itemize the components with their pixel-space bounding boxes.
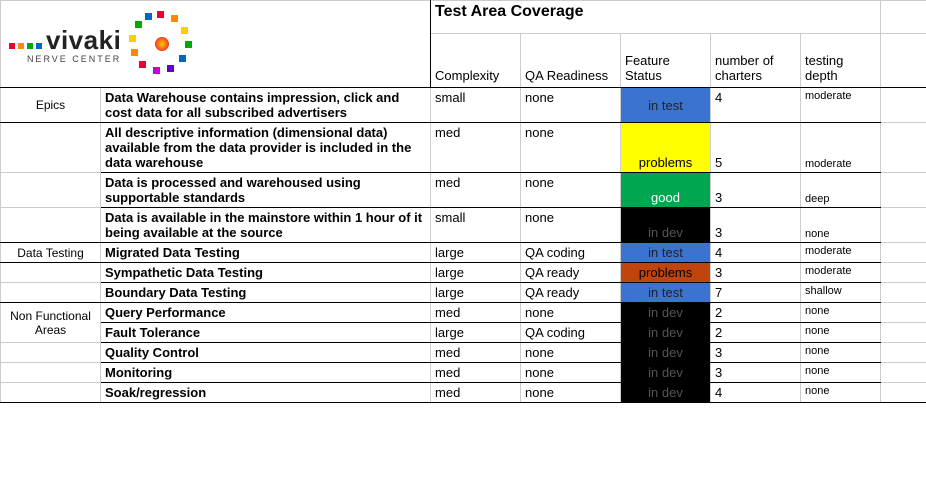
row-desc: Soak/regression — [101, 383, 431, 403]
section-data-testing: Data Testing — [1, 243, 101, 263]
row-complexity: small — [431, 88, 521, 123]
row-desc: Boundary Data Testing — [101, 283, 431, 303]
row-qa: none — [521, 208, 621, 243]
col-qa-readiness: QA Readiness — [521, 34, 621, 88]
row-charters: 2 — [711, 323, 801, 343]
row-qa: QA ready — [521, 283, 621, 303]
table-row: Non Functional Areas Query Performance m… — [1, 303, 926, 323]
row-qa: QA coding — [521, 323, 621, 343]
status-badge: problems — [621, 123, 711, 173]
table-row: Sympathetic Data Testing large QA ready … — [1, 263, 926, 283]
row-depth: moderate — [801, 123, 881, 173]
table-row: Data Testing Migrated Data Testing large… — [1, 243, 926, 263]
row-depth: moderate — [801, 88, 881, 123]
status-badge: in test — [621, 243, 711, 263]
row-depth: none — [801, 323, 881, 343]
table-row: Quality Control med none in dev 3 none — [1, 343, 926, 363]
logo-dots-icon — [9, 43, 42, 49]
row-qa: none — [521, 173, 621, 208]
row-desc: Data is processed and warehoused using s… — [101, 173, 431, 208]
row-depth: moderate — [801, 243, 881, 263]
row-desc: Data is available in the mainstore withi… — [101, 208, 431, 243]
row-qa: none — [521, 343, 621, 363]
row-charters: 4 — [711, 383, 801, 403]
row-complexity: med — [431, 173, 521, 208]
col-complexity: Complexity — [431, 34, 521, 88]
row-desc: Monitoring — [101, 363, 431, 383]
row-charters: 4 — [711, 243, 801, 263]
row-qa: none — [521, 123, 621, 173]
logo-text: vivaki NERVE CENTER — [9, 25, 121, 64]
row-complexity: large — [431, 243, 521, 263]
row-complexity: med — [431, 383, 521, 403]
row-charters: 7 — [711, 283, 801, 303]
row-charters: 3 — [711, 208, 801, 243]
row-charters: 3 — [711, 343, 801, 363]
status-badge: problems — [621, 263, 711, 283]
row-charters: 3 — [711, 173, 801, 208]
status-badge: in dev — [621, 208, 711, 243]
row-charters: 5 — [711, 123, 801, 173]
row-complexity: med — [431, 303, 521, 323]
row-depth: deep — [801, 173, 881, 208]
col-charters: number of charters — [711, 34, 801, 88]
row-qa: none — [521, 383, 621, 403]
row-qa: QA coding — [521, 243, 621, 263]
row-depth: none — [801, 208, 881, 243]
status-badge: in dev — [621, 363, 711, 383]
logo-burst-icon — [127, 9, 197, 79]
status-badge: in dev — [621, 343, 711, 363]
section-nonfunctional: Non Functional Areas — [1, 303, 101, 343]
row-qa: none — [521, 363, 621, 383]
row-depth: moderate — [801, 263, 881, 283]
section-epics: Epics — [1, 88, 101, 123]
row-desc: Data Warehouse contains impression, clic… — [101, 88, 431, 123]
col-feature-status: Feature Status — [621, 34, 711, 88]
table-row: Monitoring med none in dev 3 none — [1, 363, 926, 383]
table-row: All descriptive information (dimensional… — [1, 123, 926, 173]
row-complexity: large — [431, 263, 521, 283]
row-desc: Query Performance — [101, 303, 431, 323]
row-desc: All descriptive information (dimensional… — [101, 123, 431, 173]
logo-cell: vivaki NERVE CENTER — [1, 1, 431, 88]
row-complexity: med — [431, 123, 521, 173]
row-depth: none — [801, 303, 881, 323]
status-badge: in dev — [621, 303, 711, 323]
coverage-table: vivaki NERVE CENTER — [0, 0, 926, 403]
row-complexity: small — [431, 208, 521, 243]
row-charters: 2 — [711, 303, 801, 323]
row-qa: none — [521, 303, 621, 323]
row-charters: 3 — [711, 363, 801, 383]
row-desc: Migrated Data Testing — [101, 243, 431, 263]
row-desc: Sympathetic Data Testing — [101, 263, 431, 283]
row-charters: 3 — [711, 263, 801, 283]
row-desc: Fault Tolerance — [101, 323, 431, 343]
status-badge: good — [621, 173, 711, 208]
row-depth: shallow — [801, 283, 881, 303]
table-row: Data is processed and warehoused using s… — [1, 173, 926, 208]
row-complexity: large — [431, 283, 521, 303]
table-row: Fault Tolerance large QA coding in dev 2… — [1, 323, 926, 343]
table-row: Boundary Data Testing large QA ready in … — [1, 283, 926, 303]
status-badge: in test — [621, 283, 711, 303]
row-complexity: large — [431, 323, 521, 343]
table-row: Epics Data Warehouse contains impression… — [1, 88, 926, 123]
status-badge: in dev — [621, 383, 711, 403]
logo-name: vivaki — [46, 25, 121, 55]
row-desc: Quality Control — [101, 343, 431, 363]
row-qa: none — [521, 88, 621, 123]
row-depth: none — [801, 343, 881, 363]
row-qa: QA ready — [521, 263, 621, 283]
row-depth: none — [801, 383, 881, 403]
row-complexity: med — [431, 363, 521, 383]
col-depth: testing depth — [801, 34, 881, 88]
row-complexity: med — [431, 343, 521, 363]
table-row: Soak/regression med none in dev 4 none — [1, 383, 926, 403]
status-badge: in dev — [621, 323, 711, 343]
row-charters: 4 — [711, 88, 801, 123]
page-title: Test Area Coverage — [431, 1, 881, 34]
status-badge: in test — [621, 88, 711, 123]
table-row: Data is available in the mainstore withi… — [1, 208, 926, 243]
row-depth: none — [801, 363, 881, 383]
